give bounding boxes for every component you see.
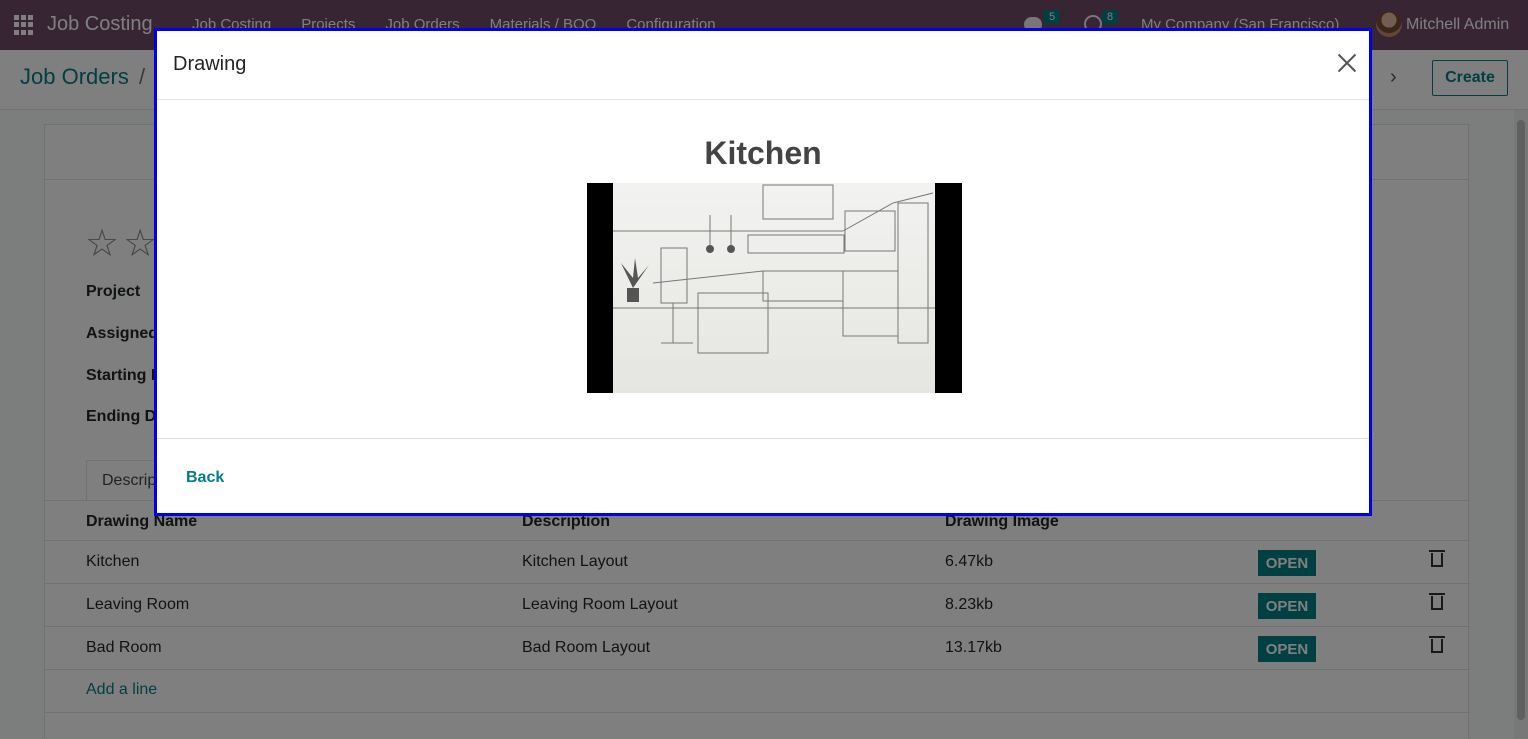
drawing-image bbox=[587, 183, 962, 393]
kitchen-sketch-image bbox=[613, 183, 935, 393]
dialog-footer: Back bbox=[157, 438, 1369, 516]
sketch-lines bbox=[613, 184, 935, 354]
back-button[interactable]: Back bbox=[186, 469, 224, 487]
dialog-title: Drawing bbox=[173, 53, 247, 75]
dialog-header: Drawing bbox=[157, 31, 1369, 100]
drawing-name-heading: Kitchen bbox=[704, 135, 822, 171]
drawing-dialog: Drawing Kitchen Back bbox=[154, 28, 1372, 516]
close-icon[interactable] bbox=[1335, 51, 1359, 75]
